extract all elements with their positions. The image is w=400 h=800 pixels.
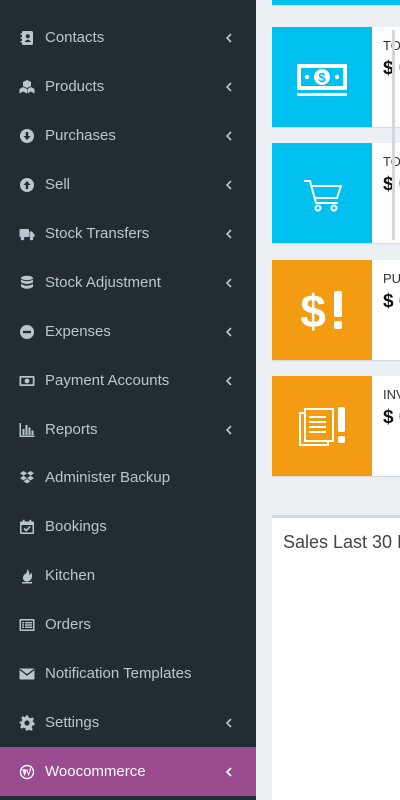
sidebar-item-reports[interactable]: Reports xyxy=(0,405,256,454)
info-box-label: PU xyxy=(383,271,400,286)
sidebar-item-sell[interactable]: Sell xyxy=(0,160,256,209)
fire-icon xyxy=(18,567,36,585)
chevron-left-icon xyxy=(224,179,234,190)
chevron-left-icon xyxy=(224,130,234,141)
sidebar-item-notification-templates[interactable]: Notification Templates xyxy=(0,649,256,698)
dollar-exclamation-icon: $ xyxy=(272,260,372,360)
sidebar-item-label: Woocommerce xyxy=(45,763,146,780)
truck-icon xyxy=(18,225,36,243)
arrow-circle-up-icon xyxy=(18,176,36,194)
sidebar-item-contacts[interactable]: Contacts xyxy=(0,13,256,62)
sidebar-item-bookings[interactable]: Bookings xyxy=(0,502,256,551)
sidebar-item-administer-backup[interactable]: Administer Backup xyxy=(0,453,256,502)
cog-icon xyxy=(18,714,36,732)
sidebar-item-label: Bookings xyxy=(45,518,107,535)
shopping-cart-icon xyxy=(272,143,372,243)
sidebar-item-stock-adjustment[interactable]: Stock Adjustment xyxy=(0,258,256,307)
sidebar-item-label: Contacts xyxy=(45,29,105,46)
list-alt-icon xyxy=(18,616,36,634)
chevron-left-icon xyxy=(224,277,234,288)
info-box-purchase-due: $ PU $ 0 xyxy=(272,260,400,360)
sidebar-item-label: Settings xyxy=(45,714,100,731)
address-book-icon xyxy=(18,29,36,47)
chevron-left-icon xyxy=(224,228,234,239)
sidebar-item-label: Sell xyxy=(45,176,71,193)
chevron-left-icon xyxy=(224,375,234,386)
chevron-left-icon xyxy=(224,81,234,92)
sidebar-item-stock-transfers[interactable]: Stock Transfers xyxy=(0,209,256,258)
sidebar-item-settings[interactable]: Settings xyxy=(0,698,256,747)
top-box-border xyxy=(272,0,400,5)
arrow-circle-down-icon xyxy=(18,127,36,145)
sidebar-item-label: Payment Accounts xyxy=(45,372,170,389)
sidebar-item-label: Kitchen xyxy=(45,567,96,584)
sidebar-item-expenses[interactable]: Expenses xyxy=(0,307,256,356)
money-icon xyxy=(18,372,36,390)
info-box-label: INV xyxy=(383,387,400,402)
database-icon xyxy=(18,274,36,292)
money-bill-icon: $ xyxy=(272,27,372,127)
sales-chart-panel: Sales Last 30 D xyxy=(272,515,400,800)
chevron-left-icon xyxy=(224,717,234,728)
calendar-check-icon xyxy=(18,518,36,536)
chevron-left-icon xyxy=(224,32,234,43)
info-box-invoice-due: INV $ 0 xyxy=(272,376,400,476)
svg-text:$: $ xyxy=(318,70,326,85)
sidebar-item-label: Expenses xyxy=(45,323,111,340)
envelope-icon xyxy=(18,665,36,683)
sidebar-item-products[interactable]: Products xyxy=(0,62,256,111)
scrollbar[interactable] xyxy=(392,30,395,240)
sidebar-item-label: Orders xyxy=(45,616,91,633)
sidebar-item-label: Products xyxy=(45,78,105,95)
svg-text:$: $ xyxy=(300,285,326,337)
bar-chart-icon xyxy=(18,421,36,439)
chevron-left-icon xyxy=(224,766,234,777)
sidebar-item-purchases[interactable]: Purchases xyxy=(0,111,256,160)
info-box-total-sell: TO $ 0 xyxy=(272,143,400,243)
minus-circle-icon xyxy=(18,323,36,341)
sidebar-item-label: Reports xyxy=(45,421,98,438)
sidebar-item-woocommerce[interactable]: Woocommerce xyxy=(0,747,256,796)
sidebar-item-label: Stock Adjustment xyxy=(45,274,161,291)
wordpress-icon xyxy=(18,763,36,781)
sidebar-item-label: Stock Transfers xyxy=(45,225,150,242)
info-box-value: $ 0 xyxy=(383,407,400,428)
chevron-left-icon xyxy=(224,326,234,337)
dropbox-icon xyxy=(18,469,36,487)
sidebar-item-orders[interactable]: Orders xyxy=(0,600,256,649)
cubes-icon xyxy=(18,78,36,96)
invoice-exclamation-icon xyxy=(272,376,372,476)
sidebar-item-kitchen[interactable]: Kitchen xyxy=(0,551,256,600)
info-box-value: $ 0 xyxy=(383,291,400,312)
sidebar-item-label: Purchases xyxy=(45,127,116,144)
panel-title: Sales Last 30 D xyxy=(283,532,400,552)
info-box-total-purchase: $ TO $ 0 xyxy=(272,27,400,127)
sidebar-item-payment-accounts[interactable]: Payment Accounts xyxy=(0,356,256,405)
sidebar: Contacts Products Purchases Sell Stock T… xyxy=(0,0,256,800)
main-content: $ TO $ 0 TO $ 0 $ PU $ 0 INV $ 0 Sales L… xyxy=(256,0,400,800)
sidebar-item-label: Administer Backup xyxy=(45,469,171,486)
sidebar-item-label: Notification Templates xyxy=(45,665,192,682)
chevron-left-icon xyxy=(224,424,234,435)
